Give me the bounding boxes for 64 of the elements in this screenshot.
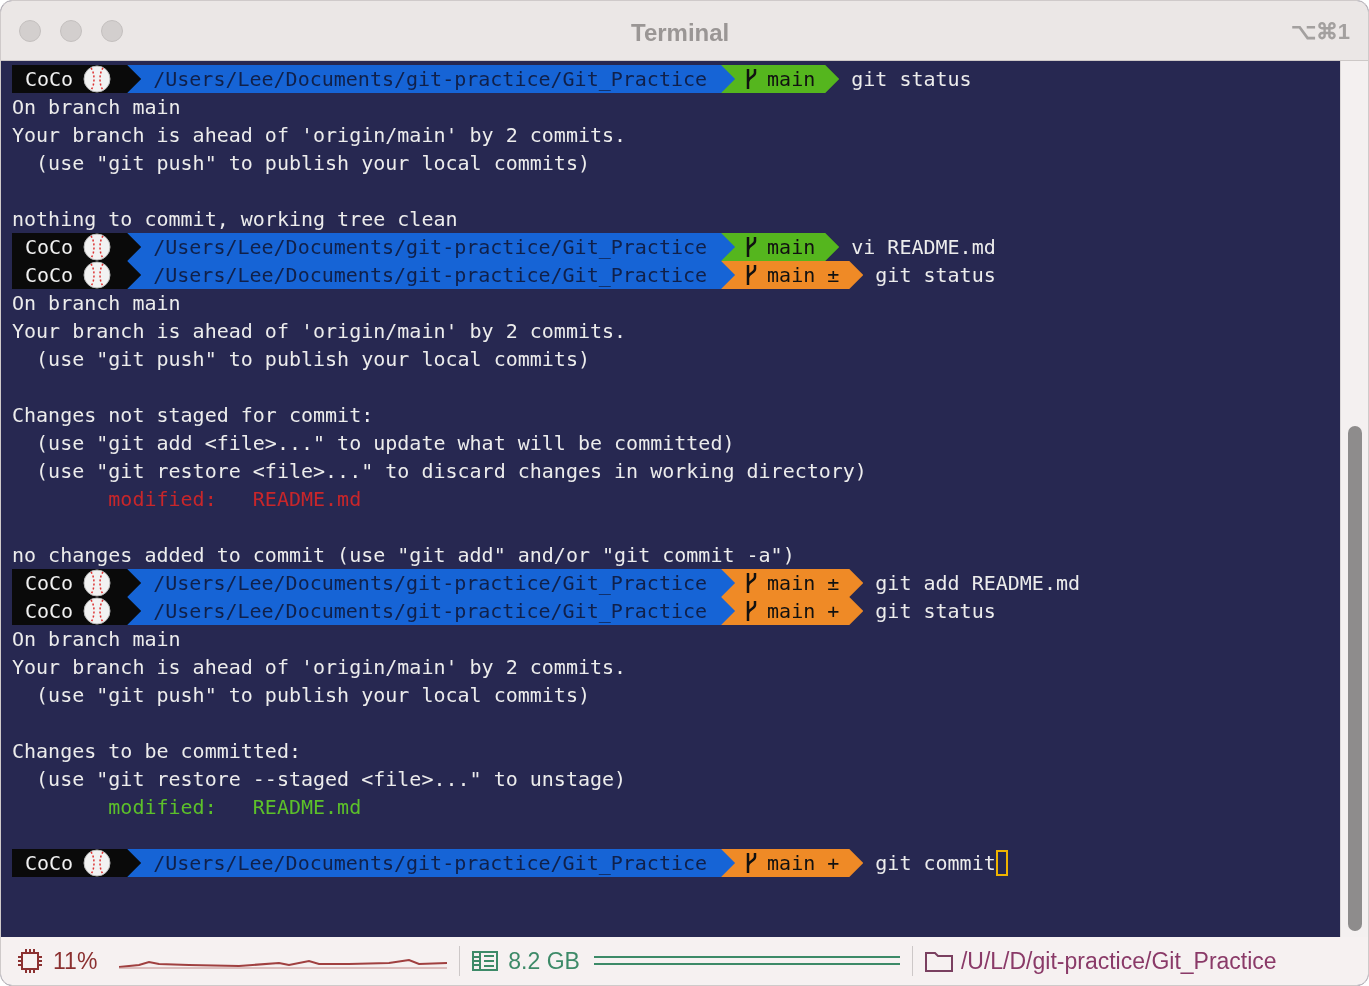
- baseball-icon: [83, 569, 112, 597]
- cpu-icon: [17, 948, 43, 974]
- path-segment: /Users/Lee/Documents/git-practice/Git_Practice: [127, 65, 736, 93]
- output-line: (use "git push" to publish your local commits): [35, 346, 590, 373]
- command-text: git commit: [875, 850, 996, 877]
- branch-icon: [745, 600, 758, 622]
- command-text: vi README.md: [851, 234, 996, 261]
- minimize-button[interactable]: [60, 19, 82, 42]
- output-line: nothing to commit, working tree clean: [12, 206, 458, 233]
- branch-icon: [745, 68, 758, 90]
- output-line: Changes to be committed:: [12, 738, 301, 765]
- baseball-icon: [83, 233, 112, 261]
- path-segment: /Users/Lee/Documents/git-practice/Git_Practice: [127, 569, 736, 597]
- user-segment: CoCo: [12, 261, 142, 289]
- branch-icon: [745, 264, 758, 286]
- user-segment: CoCo: [12, 597, 142, 625]
- path-segment: /Users/Lee/Documents/git-practice/Git_Practice: [127, 261, 736, 289]
- branch-segment: main +: [721, 597, 864, 625]
- output-line: (use "git push" to publish your local commits): [35, 682, 590, 709]
- output-line: (use "git add <file>..." to update what will be committed): [35, 430, 735, 457]
- output-line: modified: README.md: [107, 794, 362, 821]
- command-text: git status: [851, 66, 972, 93]
- command-text: git status: [875, 598, 996, 625]
- output-line: Your branch is ahead of 'origin/main' by 2 commits.: [12, 122, 627, 149]
- command-text: git status: [875, 262, 996, 289]
- baseball-icon: [83, 597, 112, 625]
- user-segment: CoCo: [12, 65, 142, 93]
- user-segment: CoCo: [12, 849, 142, 877]
- close-button[interactable]: [19, 19, 41, 42]
- output-line: (use "git restore <file>..." to discard changes in working directory): [35, 458, 867, 485]
- branch-segment: main ±: [721, 261, 864, 289]
- branch-icon: [745, 852, 758, 874]
- baseball-icon: [83, 65, 112, 93]
- cpu-usage: 11%: [53, 946, 98, 976]
- output-line: Your branch is ahead of 'origin/main' by 2 commits.: [12, 654, 627, 681]
- shortcut-label: ⌥⌘1: [1290, 18, 1350, 46]
- folder-icon: [924, 950, 953, 972]
- branch-icon: [745, 572, 758, 594]
- path-segment: /Users/Lee/Documents/git-practice/Git_Practice: [127, 597, 736, 625]
- zoom-button[interactable]: [101, 19, 123, 42]
- output-line: (use "git push" to publish your local commits): [35, 150, 590, 177]
- memory-usage: 8.2 GB: [508, 946, 580, 976]
- output-line: Changes not staged for commit:: [12, 402, 374, 429]
- window-title: Terminal: [631, 18, 730, 48]
- current-path: /U/L/D/git-practice/Git_Practice: [960, 946, 1277, 976]
- output-line: modified: README.md: [107, 486, 362, 513]
- output-line: Your branch is ahead of 'origin/main' by 2 commits.: [12, 318, 627, 345]
- baseball-icon: [83, 849, 112, 877]
- output-line: On branch main: [12, 290, 181, 317]
- path-segment: /Users/Lee/Documents/git-practice/Git_Practice: [127, 849, 736, 877]
- scrollbar-thumb[interactable]: [1347, 426, 1362, 931]
- branch-segment: main ±: [721, 569, 864, 597]
- baseball-icon: [83, 261, 112, 289]
- output-line: On branch main: [12, 94, 181, 121]
- branch-icon: [745, 236, 758, 258]
- branch-segment: main +: [721, 849, 864, 877]
- output-line: On branch main: [12, 626, 181, 653]
- output-line: no changes added to commit (use "git add" and/or "git commit -a"): [12, 542, 795, 569]
- output-line: (use "git restore --staged <file>..." to unstage): [35, 766, 627, 793]
- user-segment: CoCo: [12, 569, 142, 597]
- command-text: git add README.md: [875, 570, 1080, 597]
- path-segment: /Users/Lee/Documents/git-practice/Git_Practice: [127, 233, 736, 261]
- memory-icon: [472, 950, 499, 972]
- user-segment: CoCo: [12, 233, 142, 261]
